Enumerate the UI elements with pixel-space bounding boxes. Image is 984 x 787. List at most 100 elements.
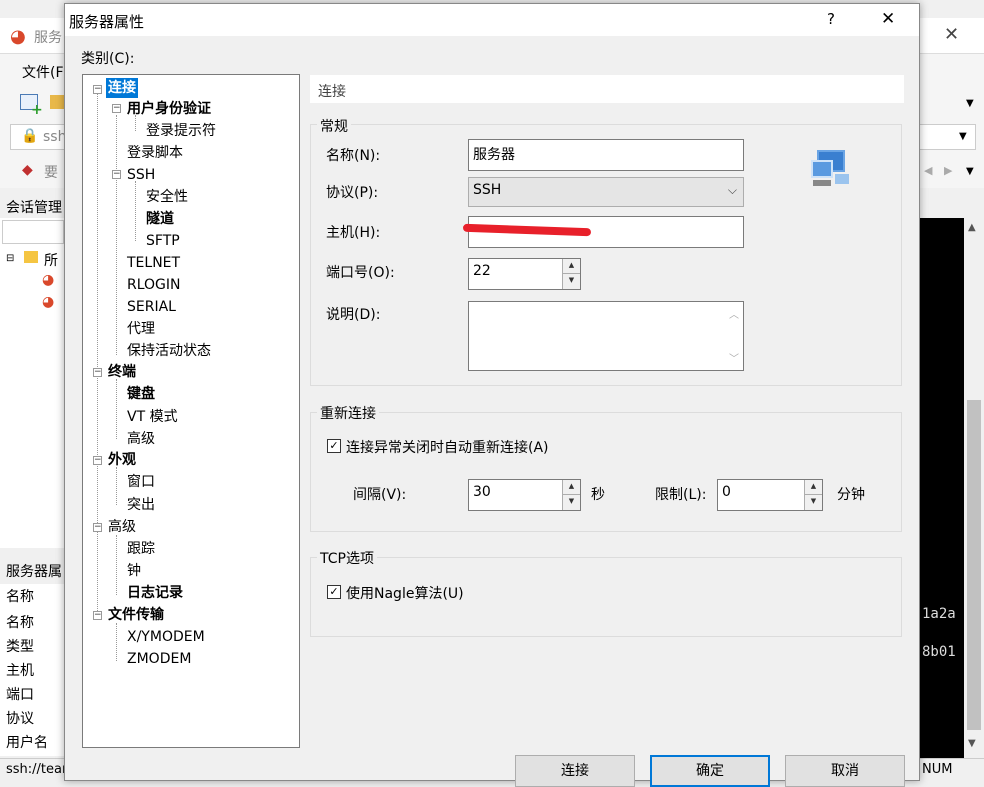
tree-item-terminal-advanced[interactable]: 高级 — [127, 429, 155, 449]
tree-root-label[interactable]: 所 — [44, 250, 58, 270]
close-icon[interactable]: ✕ — [881, 9, 895, 29]
spin-down-icon[interactable]: ▼ — [805, 495, 822, 510]
tree-item-ssh[interactable]: SSH — [127, 165, 155, 185]
tree-collapse-icon[interactable]: − — [112, 170, 121, 179]
tree-item-security[interactable]: 安全性 — [146, 187, 188, 207]
scroll-right-icon[interactable]: ▶ — [944, 164, 952, 177]
tree-collapse-icon[interactable]: ⊟ — [6, 253, 14, 264]
bg-props-list: 名称 名称 类型 主机 端口 协议 用户名 — [0, 584, 66, 756]
props-row: 用户名 — [6, 735, 48, 751]
scroll-down-icon[interactable]: ▼ — [968, 738, 976, 749]
toolbar-dropdown-icon[interactable]: ▼ — [966, 98, 974, 109]
tree-item-xymodem[interactable]: X/YMODEM — [127, 627, 205, 647]
terminal-line: 8b01 — [922, 644, 956, 660]
help-icon[interactable]: ? — [827, 10, 835, 28]
bookmark-icon[interactable]: ◆ — [22, 162, 33, 178]
scroll-up-icon[interactable]: ▲ — [968, 222, 976, 233]
interval-spin-buttons[interactable]: ▲ ▼ — [562, 480, 580, 510]
tree-item-telnet[interactable]: TELNET — [127, 253, 180, 273]
session-search-box[interactable] — [2, 220, 64, 244]
tree-collapse-icon[interactable]: − — [112, 104, 121, 113]
protocol-select[interactable]: SSH ⌵ — [468, 177, 744, 207]
tree-item-keyboard[interactable]: 键盘 — [127, 384, 155, 404]
name-field[interactable]: 服务器 — [468, 139, 744, 171]
description-label: 说明(D): — [326, 307, 381, 323]
spin-down-icon[interactable]: ▼ — [563, 274, 580, 289]
tree-item-advanced[interactable]: 高级 — [108, 517, 136, 537]
address-dropdown-icon[interactable]: ▼ — [959, 131, 967, 142]
scroll-down-icon[interactable]: ﹀ — [729, 350, 739, 365]
tree-item-login-script[interactable]: 登录脚本 — [127, 143, 183, 163]
tree-item-rlogin[interactable]: RLOGIN — [127, 275, 181, 295]
tree-item-serial[interactable]: SERIAL — [127, 297, 176, 317]
spin-up-icon[interactable]: ▲ — [563, 480, 580, 495]
description-field[interactable]: ︿ ﹀ — [468, 301, 744, 371]
spin-down-icon[interactable]: ▼ — [563, 495, 580, 510]
tree-item-bell[interactable]: 钟 — [127, 561, 141, 581]
bg-session-tree: ⊟ 所 ◕ ◕ — [0, 218, 66, 548]
chevron-down-icon: ⌵ — [727, 183, 737, 197]
terminal-line: 1a2a — [922, 606, 956, 622]
session-icon[interactable]: ◕ — [42, 272, 54, 288]
tree-collapse-icon[interactable]: − — [93, 456, 102, 465]
spin-up-icon[interactable]: ▲ — [563, 259, 580, 274]
host-field[interactable] — [462, 216, 744, 248]
props-row: 类型 — [6, 639, 34, 655]
port-value: 22 — [473, 263, 491, 279]
port-spinner[interactable]: 22 ▲ ▼ — [468, 258, 581, 290]
status-num: NUM — [922, 762, 953, 777]
interval-spinner[interactable]: 30 ▲ ▼ — [468, 479, 581, 511]
tree-line — [116, 379, 117, 439]
tree-item-window[interactable]: 窗口 — [127, 472, 155, 492]
cancel-button[interactable]: 取消 — [785, 755, 905, 787]
name-label: 名称(N): — [326, 148, 381, 164]
tree-item-tunnel[interactable]: 隧道 — [146, 209, 174, 229]
session-icon[interactable]: ◕ — [42, 294, 54, 310]
tree-item-terminal[interactable]: 终端 — [108, 362, 136, 382]
tree-item-zmodem[interactable]: ZMODEM — [127, 649, 191, 669]
reconnect-checkbox[interactable]: ✓ — [327, 439, 341, 453]
tree-collapse-icon[interactable]: − — [93, 368, 102, 377]
bg-menu-file[interactable]: 文件(F — [22, 62, 64, 82]
tree-item-keepalive[interactable]: 保持活动状态 — [127, 341, 211, 361]
tree-item-trace[interactable]: 跟踪 — [127, 539, 155, 559]
tree-line — [135, 181, 136, 241]
add-icon: + — [31, 102, 43, 118]
tree-collapse-icon[interactable]: − — [93, 523, 102, 532]
tree-collapse-icon[interactable]: − — [93, 611, 102, 620]
limit-spinner[interactable]: 0 ▲ ▼ — [717, 479, 823, 511]
limit-value: 0 — [722, 484, 731, 500]
tree-item-proxy[interactable]: 代理 — [127, 319, 155, 339]
scroll-left-icon[interactable]: ◀ — [924, 164, 932, 177]
category-tree[interactable]: − 连接 − 用户身份验证 登录提示符 登录脚本 − SSH 安全性 隧道 SF… — [82, 74, 300, 748]
nagle-checkbox[interactable]: ✓ — [327, 585, 341, 599]
bg-close-icon[interactable]: ✕ — [944, 24, 959, 45]
tabs-dropdown-icon[interactable]: ▼ — [966, 166, 974, 177]
server-properties-dialog: 服务器属性 ? ✕ 类别(C): − 连接 − 用户身份验证 登录提示符 登录脚… — [64, 3, 920, 787]
dialog-titlebar[interactable]: 服务器属性 ? ✕ — [65, 4, 919, 36]
host-label: 主机(H): — [326, 225, 381, 241]
tree-item-highlight[interactable]: 突出 — [127, 495, 155, 515]
app-logo-icon: ◕ — [10, 26, 26, 47]
redaction-mark — [462, 223, 592, 237]
port-spin-buttons[interactable]: ▲ ▼ — [562, 259, 580, 289]
tree-item-user-auth[interactable]: 用户身份验证 — [127, 99, 211, 119]
bg-scroll-thumb[interactable] — [967, 400, 981, 730]
limit-label: 限制(L): — [655, 487, 707, 503]
interval-value: 30 — [473, 484, 491, 500]
tree-item-login-prompt[interactable]: 登录提示符 — [146, 121, 216, 141]
tree-item-appearance[interactable]: 外观 — [108, 450, 136, 470]
limit-spin-buttons[interactable]: ▲ ▼ — [804, 480, 822, 510]
ok-button[interactable]: 确定 — [650, 755, 770, 787]
tree-item-vt-mode[interactable]: VT 模式 — [127, 407, 178, 427]
tree-collapse-icon[interactable]: − — [93, 85, 102, 94]
bg-terminal[interactable]: 1a2a 8b01 — [918, 218, 964, 758]
connect-button[interactable]: 连接 — [515, 755, 635, 787]
scroll-up-icon[interactable]: ︿ — [729, 306, 739, 321]
props-row: 名称 — [6, 615, 34, 631]
tree-item-file-transfer[interactable]: 文件传输 — [108, 605, 164, 625]
tree-item-logging[interactable]: 日志记录 — [127, 583, 183, 603]
spin-up-icon[interactable]: ▲ — [805, 480, 822, 495]
tree-item-connection[interactable]: 连接 — [106, 78, 138, 98]
tree-item-sftp[interactable]: SFTP — [146, 231, 180, 251]
